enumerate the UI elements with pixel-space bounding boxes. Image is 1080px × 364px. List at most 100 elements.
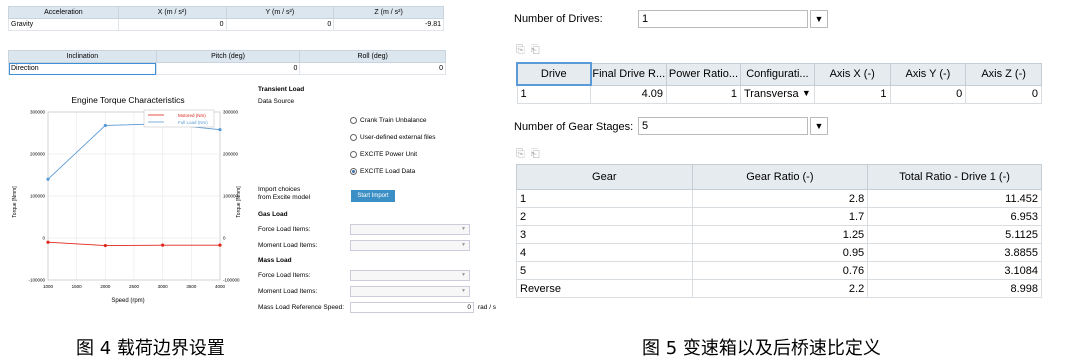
data-point bbox=[46, 240, 50, 244]
mass-ref-speed-label: Mass Load Reference Speed: bbox=[258, 304, 344, 311]
chevron-down-icon[interactable]: ▼ bbox=[802, 88, 811, 98]
gear-cell[interactable]: 5 bbox=[516, 261, 693, 280]
gear-cell[interactable]: 2 bbox=[516, 207, 693, 226]
col-axis-z[interactable]: Axis Z (-) bbox=[965, 62, 1042, 86]
total-ratio-cell[interactable]: 5.1125 bbox=[867, 225, 1042, 244]
chevron-down-icon[interactable]: ▼ bbox=[810, 10, 828, 28]
num-drives-combo[interactable]: 1 bbox=[638, 10, 808, 28]
import-choices-label-2: from Excite model bbox=[258, 194, 311, 201]
force-load-items-label: Force Load Items: bbox=[258, 226, 311, 233]
chevron-down-icon: ▼ bbox=[461, 226, 466, 232]
final-drive-cell[interactable]: 4.09 bbox=[590, 84, 667, 104]
col-axis-y[interactable]: Axis Y (-) bbox=[889, 62, 967, 86]
pitch-cell[interactable]: 0 bbox=[155, 62, 301, 75]
transient-load-title: Transient Load bbox=[258, 86, 305, 93]
gear-cell[interactable]: 1 bbox=[516, 189, 693, 208]
num-drives-label: Number of Drives: bbox=[514, 13, 603, 25]
y-tick-label: 200000 bbox=[30, 152, 46, 157]
force-load-items-label-2: Force Load Items: bbox=[258, 272, 311, 279]
chart-legend: Motored (Nm) Full Load (Nm) bbox=[143, 109, 215, 128]
gear-cell[interactable]: 4 bbox=[516, 243, 693, 262]
data-point bbox=[218, 243, 222, 247]
gear-ratio-cell[interactable]: 1.25 bbox=[691, 225, 869, 244]
axis-z-cell[interactable]: 0 bbox=[965, 84, 1042, 104]
table-row: 3 1.25 5.1125 bbox=[516, 225, 1042, 244]
y-tick-label-right: 0 bbox=[223, 236, 226, 241]
num-gear-stages-combo[interactable]: 5 bbox=[638, 117, 808, 135]
configuration-cell[interactable]: Transversa ▼ bbox=[739, 84, 815, 104]
col-gear-ratio[interactable]: Gear Ratio (-) bbox=[691, 164, 869, 190]
copy-icon[interactable]: ⎘ bbox=[516, 148, 525, 161]
col-accel-z: Z (m / s²) bbox=[333, 6, 444, 19]
axis-x-cell[interactable]: 1 bbox=[813, 84, 891, 104]
chart-y-label-left: Torque [Nmm] bbox=[12, 186, 18, 218]
total-ratio-cell[interactable]: 3.8855 bbox=[867, 243, 1042, 262]
table-row: Reverse 2.2 8.998 bbox=[516, 279, 1042, 298]
configuration-value: Transversa bbox=[743, 88, 799, 100]
data-point bbox=[103, 123, 107, 128]
y-tick-label-right: -100000 bbox=[223, 278, 240, 283]
moment-load-items-label: Moment Load Items: bbox=[258, 242, 318, 249]
data-point bbox=[103, 243, 107, 248]
gravity-y-cell[interactable]: 0 bbox=[225, 18, 335, 31]
moment-load-items-dropdown[interactable]: ▼ bbox=[350, 240, 470, 251]
radio-excite-power-unit[interactable]: EXCITE Power Unit bbox=[350, 151, 417, 158]
roll-cell[interactable]: 0 bbox=[299, 62, 446, 75]
axis-y-cell[interactable]: 0 bbox=[889, 84, 967, 104]
legend-motored: Motored (Nm) bbox=[178, 113, 206, 118]
gear-ratio-cell[interactable]: 2.2 bbox=[691, 279, 869, 298]
copy-icon[interactable]: ⎘ bbox=[516, 44, 525, 57]
gear-cell[interactable]: Reverse bbox=[516, 279, 693, 298]
drive-cell[interactable]: 1 bbox=[516, 84, 592, 104]
moment-load-items-dropdown-2[interactable]: ▼ bbox=[350, 286, 470, 297]
radio-circle-selected bbox=[350, 168, 357, 175]
gear-ratio-cell[interactable]: 2.8 bbox=[691, 189, 869, 208]
start-import-button[interactable]: Start Import bbox=[351, 190, 395, 202]
mass-ref-speed-input[interactable]: 0 bbox=[350, 302, 474, 313]
direction-label[interactable]: Direction bbox=[8, 62, 157, 75]
gears-toolbar: ⎘ ⎗ bbox=[516, 146, 540, 162]
force-load-items-dropdown[interactable]: ▼ bbox=[350, 224, 470, 235]
gear-ratio-cell[interactable]: 1.7 bbox=[691, 207, 869, 226]
paste-icon[interactable]: ⎗ bbox=[531, 148, 540, 161]
gravity-x-cell[interactable]: 0 bbox=[117, 18, 227, 31]
import-choices-label: Import choices bbox=[258, 186, 301, 193]
col-final-drive[interactable]: Final Drive R... bbox=[590, 62, 667, 86]
data-source-label: Data Source bbox=[258, 98, 295, 105]
total-ratio-cell[interactable]: 3.1084 bbox=[867, 261, 1042, 280]
radio-circle bbox=[350, 134, 357, 141]
col-pitch: Pitch (deg) bbox=[155, 50, 301, 63]
total-ratio-cell[interactable]: 11.452 bbox=[867, 189, 1042, 208]
col-configuration[interactable]: Configurati... bbox=[739, 62, 815, 86]
col-roll: Roll (deg) bbox=[299, 50, 446, 63]
col-total-ratio[interactable]: Total Ratio - Drive 1 (-) bbox=[867, 164, 1042, 190]
x-tick-label: 3500 bbox=[186, 284, 197, 289]
paste-icon[interactable]: ⎗ bbox=[531, 44, 540, 57]
col-drive[interactable]: Drive bbox=[516, 62, 592, 86]
gear-ratio-cell[interactable]: 0.95 bbox=[691, 243, 869, 262]
figure-4-caption: 图 4 载荷边界设置 bbox=[76, 338, 225, 359]
gear-cell[interactable]: 3 bbox=[516, 225, 693, 244]
force-load-items-dropdown-2[interactable]: ▼ bbox=[350, 270, 470, 281]
x-tick-label: 3000 bbox=[158, 284, 169, 289]
power-ratio-cell[interactable]: 1 bbox=[666, 84, 741, 104]
col-power-ratio[interactable]: Power Ratio... bbox=[666, 62, 741, 86]
col-accel-y: Y (m / s²) bbox=[225, 6, 335, 19]
y-tick-label-right: 300000 bbox=[223, 110, 239, 115]
total-ratio-cell[interactable]: 8.998 bbox=[867, 279, 1042, 298]
data-point bbox=[218, 128, 222, 132]
total-ratio-cell[interactable]: 6.953 bbox=[867, 207, 1042, 226]
col-axis-x[interactable]: Axis X (-) bbox=[813, 62, 891, 86]
inclination-table: Inclination Pitch (deg) Roll (deg) Direc… bbox=[8, 50, 446, 75]
col-gear[interactable]: Gear bbox=[516, 164, 693, 190]
radio-excite-load-data[interactable]: EXCITE Load Data bbox=[350, 168, 415, 175]
chevron-down-icon: ▼ bbox=[461, 272, 466, 278]
gear-ratio-cell[interactable]: 0.76 bbox=[691, 261, 869, 280]
radio-crank-train-unbalance[interactable]: Crank Train Unbalance bbox=[350, 117, 426, 124]
legend-full-load: Full Load (Nm) bbox=[178, 120, 208, 125]
chevron-down-icon[interactable]: ▼ bbox=[810, 117, 828, 135]
y-tick-label: -100000 bbox=[28, 278, 45, 283]
y-tick-label: 0 bbox=[42, 236, 45, 241]
gravity-z-cell[interactable]: -9.81 bbox=[333, 18, 444, 31]
radio-user-defined-files[interactable]: User-defined external files bbox=[350, 134, 436, 141]
